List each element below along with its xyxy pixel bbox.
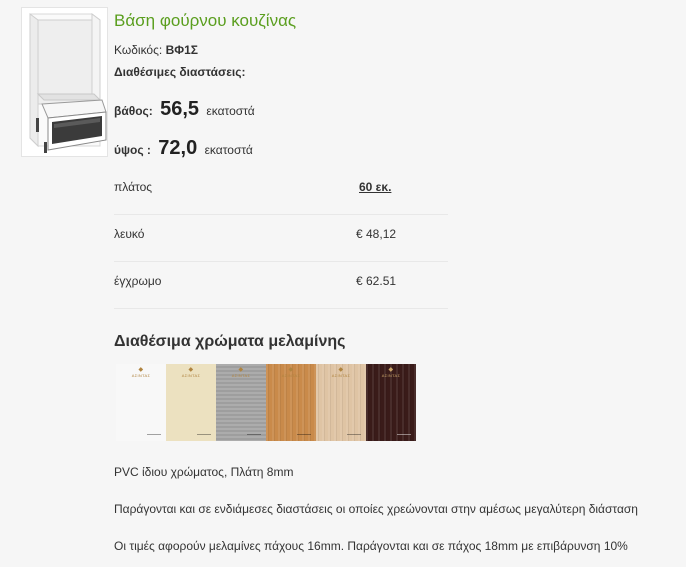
product-code-row: Κωδικός: ΒΦ1Σ <box>114 43 198 57</box>
swatch-beech[interactable]: ◆ ΑΣΙΝΤΑΣ <box>266 364 316 441</box>
depth-value: 56,5 <box>160 98 200 120</box>
swatch-logo: ◆ ΑΣΙΝΤΑΣ <box>331 367 351 378</box>
swatch-grey[interactable]: ◆ ΑΣΙΝΤΑΣ <box>216 364 266 441</box>
height-value: 72,0 <box>158 137 198 159</box>
product-code: ΒΦ1Σ <box>165 43 198 57</box>
depth-row: βάθος: 56,5 εκατοστά <box>114 98 255 121</box>
price-row-white: λευκό € 48,12 <box>114 215 448 262</box>
price-row-colored: έγχρωμο € 62.51 <box>114 262 448 309</box>
color-swatches: ◆ ΑΣΙΝΤΑΣ ◆ ΑΣΙΝΤΑΣ ◆ ΑΣΙΝΤΑΣ ◆ ΑΣΙΝΤΑΣ ◆ ΑΣΙ… <box>116 364 416 441</box>
colored-price: € 62.51 <box>356 274 397 288</box>
swatch-logo: ◆ ΑΣΙΝΤΑΣ <box>381 367 401 378</box>
swatch-logo: ◆ ΑΣΙΝΤΑΣ <box>181 367 201 378</box>
code-label: Κωδικός: <box>114 43 163 57</box>
dimensions-label: Διαθέσιμες διαστάσεις: <box>114 65 246 79</box>
swatch-logo: ◆ ΑΣΙΝΤΑΣ <box>231 367 251 378</box>
height-unit: εκατοστά <box>204 143 253 157</box>
colored-label: έγχρωμο <box>114 274 162 288</box>
depth-label: βάθος: <box>114 104 153 118</box>
swatch-cream[interactable]: ◆ ΑΣΙΝΤΑΣ <box>166 364 216 441</box>
pricing-table: πλάτος 60 εκ. λευκό € 48,12 έγχρωμο € 62… <box>114 168 448 309</box>
swatch-light-oak[interactable]: ◆ ΑΣΙΝΤΑΣ <box>316 364 366 441</box>
swatch-wenge[interactable]: ◆ ΑΣΙΝΤΑΣ <box>366 364 416 441</box>
swatch-logo: ◆ ΑΣΙΝΤΑΣ <box>131 367 151 378</box>
white-label: λευκό <box>114 227 145 241</box>
product-image <box>21 7 108 157</box>
note-intermediate-sizes: Παράγονται και σε ενδιάμεσες διαστάσεις … <box>114 502 638 516</box>
swatch-logo: ◆ ΑΣΙΝΤΑΣ <box>281 367 301 378</box>
note-thickness: Οι τιμές αφορούν μελαμίνες πάχους 16mm. … <box>114 539 628 553</box>
width-link[interactable]: 60 εκ. <box>359 180 391 194</box>
white-price: € 48,12 <box>356 227 397 241</box>
swatch-white[interactable]: ◆ ΑΣΙΝΤΑΣ <box>116 364 166 441</box>
product-title: Βάση φούρνου κουζίνας <box>114 11 297 30</box>
note-pvc: PVC ίδιου χρώματος, Πλάτη 8mm <box>114 465 294 479</box>
width-label: πλάτος <box>114 180 153 194</box>
height-row: ύψος : 72,0 εκατοστά <box>114 137 253 160</box>
depth-unit: εκατοστά <box>206 104 255 118</box>
price-row-width: πλάτος 60 εκ. <box>114 168 448 215</box>
height-label: ύψος : <box>114 143 151 157</box>
colors-heading: Διαθέσιμα χρώματα μελαμίνης <box>114 333 346 350</box>
